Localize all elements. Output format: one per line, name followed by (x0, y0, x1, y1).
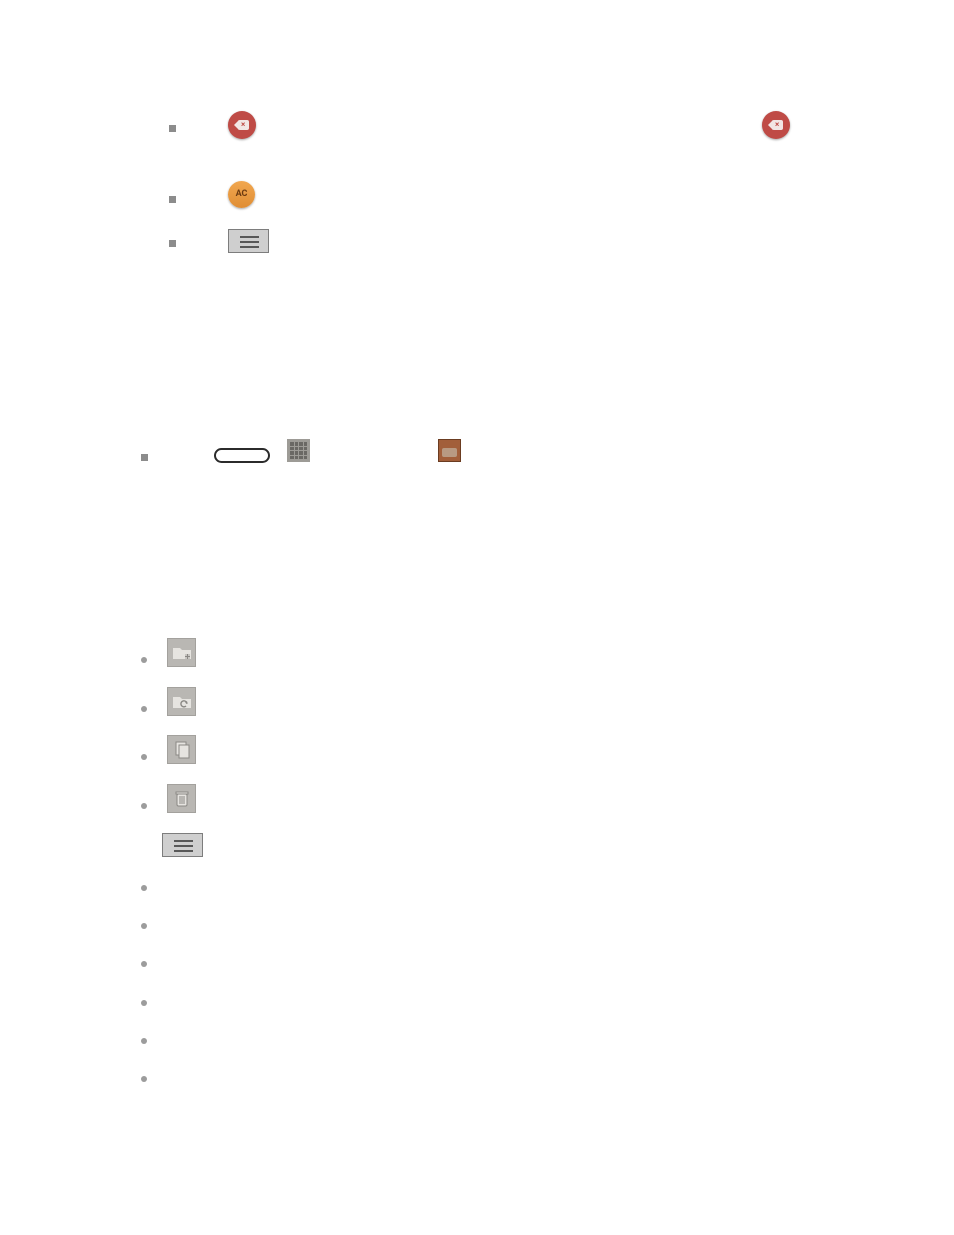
folder-add-icon[interactable] (167, 638, 196, 667)
backspace-badge[interactable]: × (228, 111, 256, 139)
list-bullet (141, 1000, 147, 1006)
list-bullet (141, 454, 148, 461)
list-bullet (169, 196, 176, 203)
backspace-badge[interactable]: × (762, 111, 790, 139)
folder-refresh-icon[interactable] (167, 687, 196, 716)
list-bullet (141, 1076, 147, 1082)
grid-icon[interactable] (287, 439, 310, 462)
list-bullet (141, 803, 147, 809)
list-bullet (169, 125, 176, 132)
list-bullet (141, 961, 147, 967)
list-bullet (169, 240, 176, 247)
list-bullet (141, 923, 147, 929)
list-bullet (141, 1038, 147, 1044)
list-bullet (141, 754, 147, 760)
input-pill[interactable] (214, 448, 270, 463)
hamburger-button[interactable] (228, 229, 269, 253)
hamburger-button[interactable] (162, 833, 203, 857)
hamburger-icon (174, 840, 193, 855)
backspace-icon: × (235, 120, 249, 130)
ac-badge[interactable]: AC (228, 181, 255, 208)
backspace-icon: × (769, 120, 783, 130)
list-bullet (141, 657, 147, 663)
trash-icon[interactable] (167, 784, 196, 813)
list-bullet (141, 706, 147, 712)
list-bullet (141, 885, 147, 891)
picture-box-icon[interactable] (438, 439, 461, 462)
ac-label: AC (236, 190, 248, 199)
hamburger-icon (240, 236, 259, 251)
copy-icon[interactable] (167, 735, 196, 764)
